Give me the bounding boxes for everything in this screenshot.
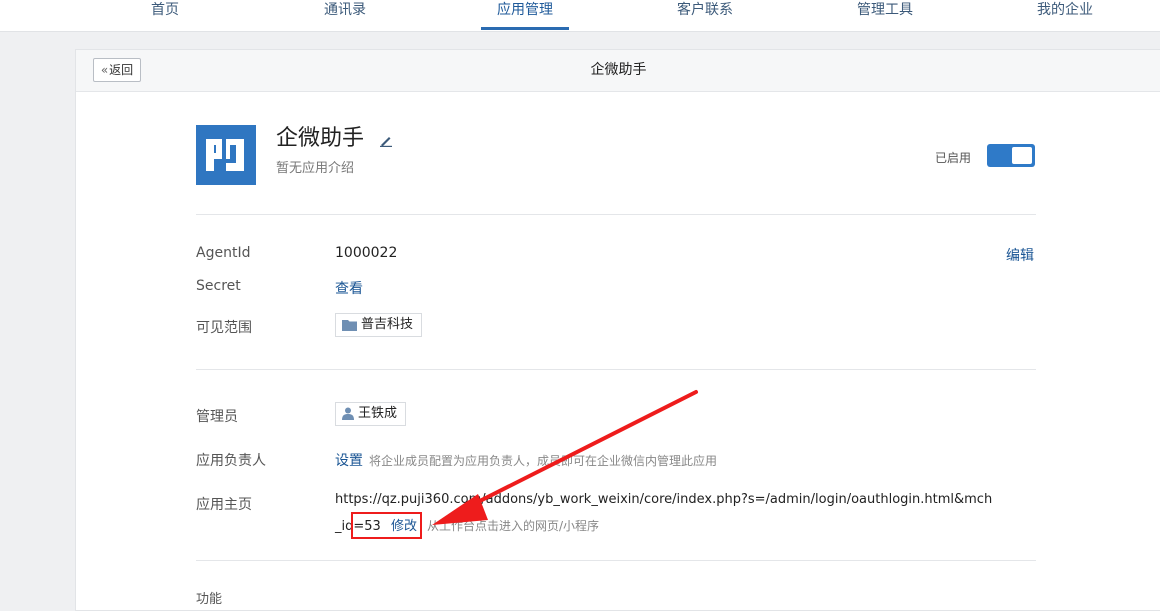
app-logo-icon bbox=[196, 125, 256, 185]
section-divider bbox=[196, 560, 1036, 561]
agentid-label: AgentId bbox=[196, 245, 251, 261]
set-owner-link[interactable]: 设置 bbox=[335, 453, 363, 469]
annotation-highlight-box bbox=[351, 512, 422, 539]
app-description: 暂无应用介绍 bbox=[276, 161, 355, 176]
owner-hint: 将企业成员配置为应用负责人，成员即可在企业微信内管理此应用 bbox=[369, 454, 718, 468]
agentid-value: 1000022 bbox=[335, 245, 398, 261]
card-header: «返回 企微助手 bbox=[76, 50, 1160, 92]
app-name: 企微助手 bbox=[276, 126, 365, 151]
homepage-hint: 从工作台点击进入的网页/小程序 bbox=[426, 519, 600, 533]
app-detail-card: «返回 企微助手 企微助手 暂无应用介绍 已启用 AgentId 1000022… bbox=[75, 49, 1160, 611]
view-secret-link[interactable]: 查看 bbox=[335, 278, 363, 298]
admin-member-chip[interactable]: 王铁成 bbox=[335, 402, 407, 426]
admin-member-name: 王铁成 bbox=[358, 406, 398, 421]
top-navigation: 首页 通讯录 应用管理 客户联系 管理工具 我的企业 bbox=[0, 0, 1160, 32]
nav-app-management-label: 应用管理 bbox=[497, 2, 553, 18]
app-owner-label: 应用负责人 bbox=[196, 453, 266, 469]
nav-customer-contact[interactable]: 客户联系 bbox=[660, 0, 750, 31]
visibility-scope-label: 可见范围 bbox=[196, 320, 252, 336]
nav-management-tools[interactable]: 管理工具 bbox=[840, 0, 930, 31]
enable-toggle[interactable] bbox=[987, 144, 1035, 167]
nav-home[interactable]: 首页 bbox=[130, 0, 200, 31]
active-tab-indicator bbox=[481, 27, 569, 30]
nav-app-management[interactable]: 应用管理 bbox=[481, 0, 569, 31]
edit-pencil-icon[interactable] bbox=[379, 132, 393, 147]
homepage-row: https://qz.puji360.com/addons/yb_work_we… bbox=[335, 486, 995, 540]
page-title: 企微助手 bbox=[590, 62, 647, 78]
toggle-knob bbox=[1012, 147, 1032, 164]
app-owner-row: 设置 将企业成员配置为应用负责人，成员即可在企业微信内管理此应用 bbox=[335, 450, 717, 470]
admin-label: 管理员 bbox=[196, 409, 238, 425]
section-divider bbox=[196, 369, 1036, 370]
section-divider bbox=[196, 214, 1036, 215]
scope-department-chip[interactable]: 普吉科技 bbox=[335, 313, 423, 337]
nav-contacts[interactable]: 通讯录 bbox=[300, 0, 390, 31]
secret-label: Secret bbox=[196, 278, 241, 294]
features-label: 功能 bbox=[196, 592, 223, 607]
user-icon bbox=[342, 407, 354, 420]
homepage-label: 应用主页 bbox=[196, 497, 252, 513]
folder-icon bbox=[342, 319, 357, 331]
nav-my-enterprise[interactable]: 我的企业 bbox=[1020, 0, 1110, 31]
status-label: 已启用 bbox=[935, 151, 972, 165]
scope-department-name: 普吉科技 bbox=[361, 317, 414, 332]
edit-details-link[interactable]: 编辑 bbox=[1006, 245, 1034, 265]
